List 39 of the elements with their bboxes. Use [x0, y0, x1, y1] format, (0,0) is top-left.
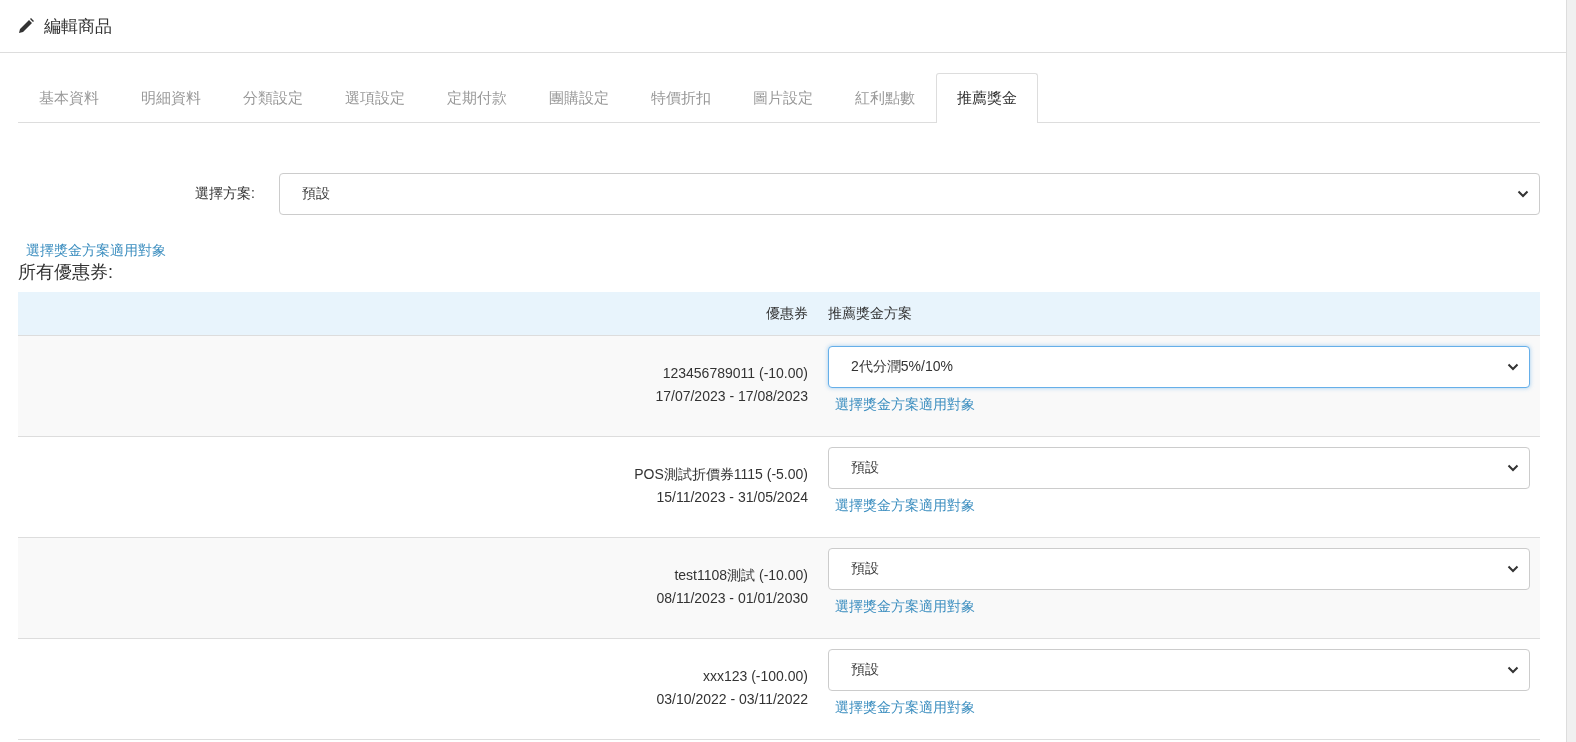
- apply-target-link[interactable]: 選擇獎金方案適用對象: [835, 598, 975, 616]
- column-header: 優惠券: [765, 304, 808, 323]
- coupon-dates: 03/10/2022 - 03/11/2022: [656, 690, 808, 709]
- coupon-dates: 17/07/2023 - 17/08/2023: [655, 387, 808, 406]
- coupon-name: xxx123 (-100.00): [702, 667, 808, 686]
- apply-target-link[interactable]: 選擇獎金方案適用對象: [835, 497, 975, 515]
- tab[interactable]: 明細資料: [120, 73, 222, 123]
- coupon-dates: 08/11/2023 - 01/01/2030: [656, 589, 808, 608]
- coupon-dates: 15/11/2023 - 31/05/2024: [656, 488, 808, 507]
- tab[interactable]: 特價折扣: [630, 73, 732, 123]
- coupon-name: test1108測試 (-10.00): [674, 566, 808, 585]
- coupon-name: POS測試折價券1115 (-5.00): [634, 465, 808, 484]
- page-title: 編輯商品: [44, 15, 112, 38]
- tab[interactable]: 分類設定: [222, 73, 324, 123]
- tab[interactable]: 基本資料: [18, 73, 120, 123]
- tab[interactable]: 圖片設定: [732, 73, 834, 123]
- pencil-icon: [18, 18, 34, 34]
- chevron-icon: [1507, 666, 1519, 674]
- chevron-icon: [1507, 363, 1519, 371]
- plan-dropdown[interactable]: 2代分潤5%/10%: [828, 346, 1530, 388]
- apply-target-link[interactable]: 選擇獎金方案適用對象: [26, 242, 166, 260]
- coupon-name: 123456789011 (-10.00): [662, 364, 808, 383]
- plan-label: 選擇方案:: [194, 185, 256, 203]
- plan-dropdown[interactable]: 預設: [828, 447, 1530, 489]
- chevron-icon: [1507, 464, 1519, 472]
- apply-target-link[interactable]: 選擇獎金方案適用對象: [835, 699, 975, 717]
- tab[interactable]: 選項設定: [324, 73, 426, 123]
- chevron-icon: [1507, 565, 1519, 573]
- tab[interactable]: 紅利點數: [834, 73, 936, 123]
- column-header: 推薦獎金方案: [827, 304, 912, 323]
- section-heading: 所有優惠券:: [18, 261, 114, 284]
- plan-dropdown[interactable]: 預設: [828, 548, 1530, 590]
- chevron-icon: [1517, 190, 1529, 198]
- tab[interactable]: 推薦獎金: [936, 73, 1038, 123]
- apply-target-link[interactable]: 選擇獎金方案適用對象: [835, 396, 975, 414]
- tab[interactable]: 團購設定: [528, 73, 630, 123]
- tab[interactable]: 定期付款: [426, 73, 528, 123]
- plan-dropdown[interactable]: 預設: [828, 649, 1530, 691]
- plan-dropdown[interactable]: 預設: [279, 173, 1540, 215]
